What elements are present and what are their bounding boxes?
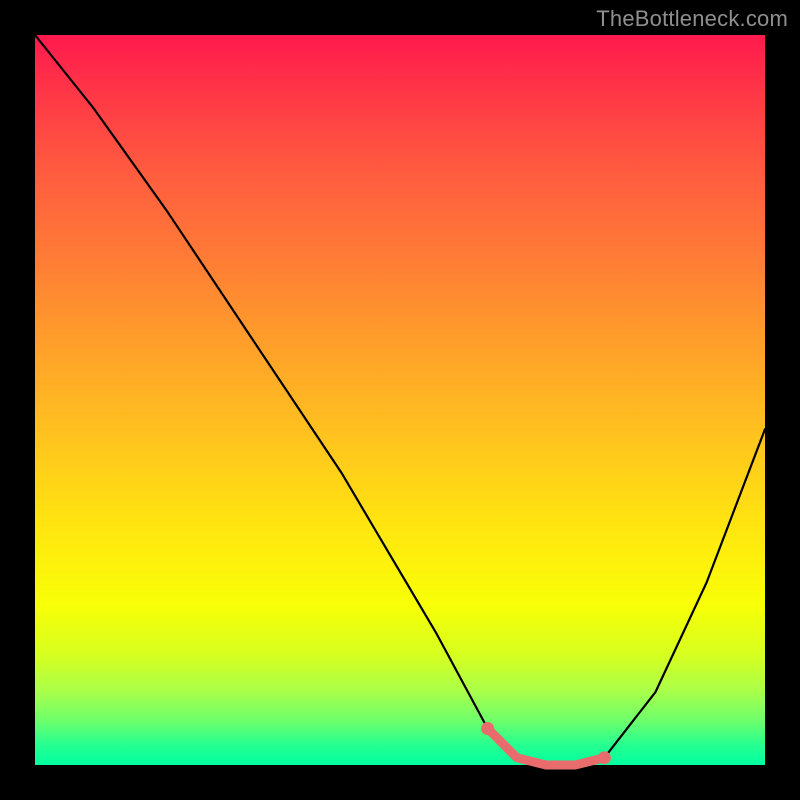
- chart-svg: [35, 35, 765, 765]
- highlight-dot: [481, 722, 494, 735]
- chart-frame: TheBottleneck.com: [0, 0, 800, 800]
- watermark-text: TheBottleneck.com: [596, 6, 788, 32]
- plot-area: [35, 35, 765, 765]
- bottleneck-curve: [35, 35, 765, 765]
- highlighted-bottom: [488, 729, 605, 766]
- highlight-dot: [598, 751, 611, 764]
